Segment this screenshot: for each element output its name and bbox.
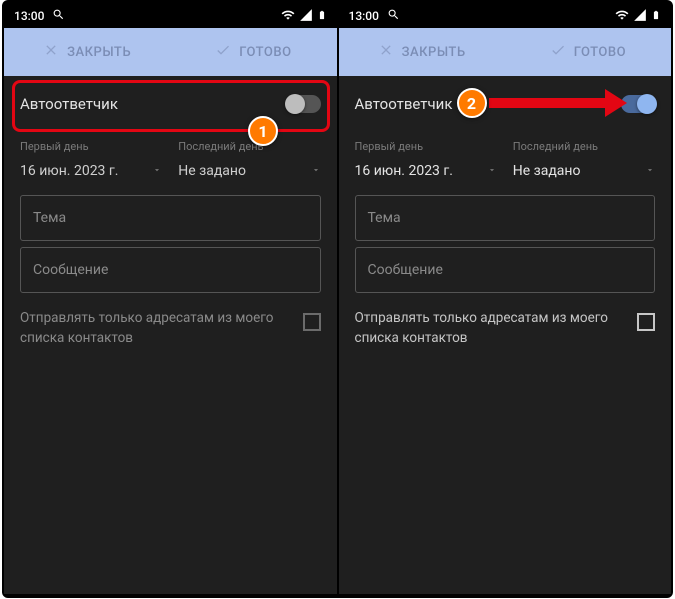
contacts-only-label: Отправлять только адресатам из моего спи… (355, 309, 628, 348)
done-button[interactable]: ГОТОВО (505, 28, 671, 76)
subject-input[interactable]: Тема (355, 195, 656, 241)
message-placeholder: Сообщение (368, 262, 443, 278)
phone-screenshot-step-1: 13:00 ЗАКРЫТЬ ГОТОВО Авт (4, 4, 337, 594)
done-label: ГОТОВО (239, 45, 291, 60)
status-time: 13:00 (349, 9, 379, 23)
autoresponder-toggle[interactable] (287, 95, 321, 113)
top-action-bar: ЗАКРЫТЬ ГОТОВО (339, 28, 672, 76)
autoresponder-label: Автоответчик (20, 95, 118, 113)
close-label: ЗАКРЫТЬ (67, 45, 131, 60)
close-button[interactable]: ЗАКРЫТЬ (4, 28, 170, 76)
magnify-icon (52, 8, 65, 24)
battery-icon (651, 8, 661, 25)
first-day-label: Первый день (20, 140, 162, 153)
subject-input[interactable]: Тема (20, 195, 321, 241)
autoresponder-label: Автоответчик (355, 95, 453, 113)
wifi-icon (615, 8, 629, 25)
status-bar: 13:00 (339, 4, 672, 28)
message-input[interactable]: Сообщение (355, 247, 656, 293)
wifi-icon (281, 8, 295, 25)
dropdown-icon (645, 163, 655, 179)
subject-placeholder: Тема (33, 210, 66, 226)
first-day-select[interactable]: Первый день 16 июн. 2023 г. (20, 140, 162, 185)
status-bar: 13:00 (4, 4, 337, 28)
last-day-select[interactable]: Последний день Не задано (513, 140, 655, 185)
close-icon (378, 42, 394, 62)
first-day-label: Первый день (355, 140, 497, 153)
dropdown-icon (311, 163, 321, 179)
last-day-value: Не задано (513, 163, 581, 179)
last-day-label: Последний день (178, 140, 320, 153)
phone-screenshot-step-2: 13:00 ЗАКРЫТЬ ГОТОВО Авт (339, 4, 672, 594)
first-day-value: 16 июн. 2023 г. (355, 163, 453, 179)
done-button[interactable]: ГОТОВО (170, 28, 336, 76)
contacts-only-checkbox[interactable] (637, 313, 655, 331)
first-day-value: 16 июн. 2023 г. (20, 163, 118, 179)
message-placeholder: Сообщение (33, 262, 108, 278)
annotation-badge-1: 1 (248, 116, 278, 146)
dropdown-icon (152, 163, 162, 179)
last-day-label: Последний день (513, 140, 655, 153)
close-button[interactable]: ЗАКРЫТЬ (339, 28, 505, 76)
contacts-only-checkbox[interactable] (303, 313, 321, 331)
annotation-arrow (489, 90, 629, 118)
battery-icon (317, 8, 327, 25)
dropdown-icon (487, 163, 497, 179)
first-day-select[interactable]: Первый день 16 июн. 2023 г. (355, 140, 497, 185)
top-action-bar: ЗАКРЫТЬ ГОТОВО (4, 28, 337, 76)
subject-placeholder: Тема (368, 210, 401, 226)
status-time: 13:00 (14, 9, 44, 23)
signal-icon (633, 8, 647, 25)
done-label: ГОТОВО (574, 45, 626, 60)
check-icon (215, 42, 231, 62)
magnify-icon (387, 8, 400, 24)
check-icon (550, 42, 566, 62)
message-input[interactable]: Сообщение (20, 247, 321, 293)
signal-icon (299, 8, 313, 25)
last-day-select[interactable]: Последний день Не задано (178, 140, 320, 185)
close-label: ЗАКРЫТЬ (402, 45, 466, 60)
annotation-badge-2: 2 (457, 88, 487, 118)
close-icon (43, 42, 59, 62)
last-day-value: Не задано (178, 163, 246, 179)
contacts-only-label: Отправлять только адресатам из моего спи… (20, 309, 293, 348)
